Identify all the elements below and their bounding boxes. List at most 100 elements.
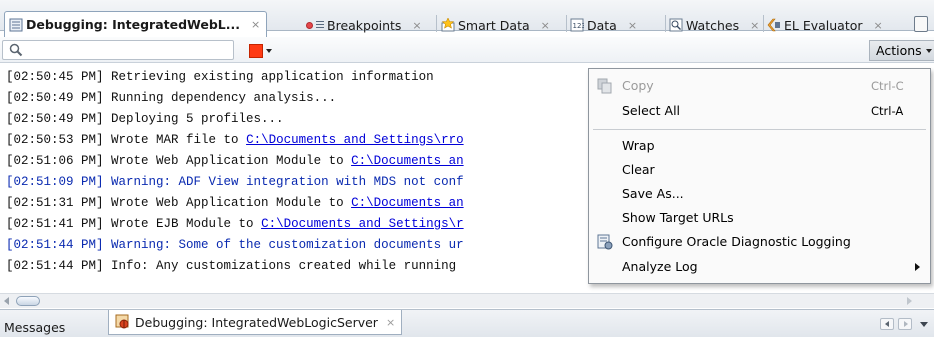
log-text: Wrote Web Application Module to: [103, 196, 352, 210]
log-icon: [9, 18, 23, 31]
tab-list-chevron-icon[interactable]: [920, 321, 928, 327]
close-icon[interactable]: ×: [412, 19, 421, 32]
log-time: [02:51:06 PM]: [6, 154, 104, 168]
debug-bug-icon: [115, 314, 129, 329]
search-field[interactable]: [2, 40, 234, 60]
menu-item-label: Configure Oracle Diagnostic Logging: [622, 234, 851, 249]
menu-item-label: Wrap: [622, 138, 655, 153]
menu-shortcut: Ctrl-C: [871, 79, 904, 93]
menu-item-show-target-urls[interactable]: Show Target URLs: [589, 207, 930, 229]
menu-item-clear[interactable]: Clear: [589, 159, 930, 181]
log-time: [02:51:41 PM]: [6, 217, 104, 231]
menu-item-select-all[interactable]: Select All Ctrl-A: [589, 100, 930, 122]
tab-label: Breakpoints: [327, 17, 402, 33]
log-time: [02:51:44 PM]: [6, 238, 104, 252]
tab-navigation: [880, 318, 928, 330]
tab-bar: Debugging: IntegratedWebL... × Breakpoin…: [0, 0, 934, 37]
tab-divider: [665, 15, 666, 32]
terminate-button[interactable]: [249, 42, 274, 59]
log-line: [02:50:45 PM] Retrieving existing applic…: [6, 67, 434, 87]
tab-label: Debugging: IntegratedWebL...: [26, 17, 241, 32]
log-warning-line: [02:51:09 PM] Warning: ADF View integrat…: [6, 172, 464, 192]
restore-window-button[interactable]: [914, 16, 928, 32]
log-line: [02:51:31 PM] Wrote Web Application Modu…: [6, 193, 464, 213]
log-path-link[interactable]: C:\Documents and Settings\r: [261, 217, 464, 231]
log-warning-line: [02:51:44 PM] Warning: Some of the custo…: [6, 235, 464, 255]
log-line: [02:51:44 PM] Info: Any customizations c…: [6, 256, 456, 276]
log-line: [02:51:06 PM] Wrote Web Application Modu…: [6, 151, 464, 171]
tab-divider: [566, 15, 567, 32]
log-text: Wrote MAR file to: [103, 133, 247, 147]
log-text: Wrote EJB Module to: [103, 217, 262, 231]
close-icon[interactable]: ×: [251, 18, 260, 31]
log-path-link[interactable]: C:\Documents and Settings\rro: [246, 133, 464, 147]
close-icon[interactable]: ×: [541, 19, 550, 32]
tab-watches[interactable]: Watches ×: [669, 14, 759, 36]
menu-item-copy[interactable]: Copy Ctrl-C: [589, 75, 930, 97]
close-icon[interactable]: ×: [750, 19, 759, 32]
menu-item-wrap[interactable]: Wrap: [589, 135, 930, 157]
log-toolbar: Actions: [0, 37, 934, 63]
tab-debugging[interactable]: Debugging: IntegratedWebL... ×: [4, 11, 268, 37]
scroll-right-icon[interactable]: [907, 297, 912, 305]
tab-label: Watches: [686, 17, 740, 33]
log-path-link[interactable]: C:\Documents an: [351, 196, 464, 210]
data-icon: 123: [570, 18, 584, 32]
search-input[interactable]: [27, 42, 227, 58]
smart-data-icon: [441, 18, 455, 32]
log-line: [02:50:53 PM] Wrote MAR file to C:\Docum…: [6, 130, 464, 150]
breakpoints-lines-icon: [316, 20, 324, 30]
previous-tab-button[interactable]: [880, 318, 894, 330]
close-icon[interactable]: ×: [386, 316, 395, 329]
tab-debugging-server[interactable]: Debugging: IntegratedWebLogicServer ×: [108, 310, 403, 335]
log-text: Wrote Web Application Module to: [103, 154, 352, 168]
menu-item-label: Analyze Log: [622, 259, 698, 274]
horizontal-scrollbar[interactable]: [0, 293, 934, 308]
log-text: Warning: Some of the customization docum…: [103, 238, 464, 252]
log-time: [02:50:45 PM]: [6, 70, 104, 84]
log-text: Retrieving existing application informat…: [103, 70, 434, 84]
svg-text:123: 123: [573, 22, 585, 30]
chevron-down-icon: [925, 48, 932, 53]
tab-data[interactable]: 123 Data ×: [570, 14, 637, 36]
log-time: [02:50:53 PM]: [6, 133, 104, 147]
close-icon[interactable]: ×: [628, 19, 637, 32]
log-time: [02:51:09 PM]: [6, 175, 104, 189]
tab-messages[interactable]: Messages: [4, 317, 65, 337]
actions-button[interactable]: Actions: [869, 40, 934, 61]
tab-breakpoints[interactable]: Breakpoints ×: [306, 14, 422, 36]
menu-item-label: Copy: [622, 78, 654, 93]
menu-item-analyze-log[interactable]: Analyze Log: [589, 256, 930, 278]
log-text: Info: Any customizations created while r…: [103, 259, 457, 273]
tab-label: Debugging: IntegratedWebLogicServer: [135, 314, 378, 330]
close-icon[interactable]: ×: [874, 19, 883, 32]
menu-item-save-as[interactable]: Save As...: [589, 183, 930, 205]
scrollbar-thumb[interactable]: [16, 296, 40, 306]
next-tab-button[interactable]: [898, 318, 912, 330]
log-time: [02:51:44 PM]: [6, 259, 104, 273]
tab-label: EL Evaluator: [784, 17, 863, 33]
bottom-tab-bar: Messages Debugging: IntegratedWebLogicSe…: [0, 309, 934, 337]
tab-el-evaluator[interactable]: EL Evaluator ×: [767, 14, 883, 36]
scroll-left-icon[interactable]: [4, 297, 9, 305]
search-icon: [9, 43, 23, 57]
menu-item-configure-logging[interactable]: Configure Oracle Diagnostic Logging: [589, 231, 930, 253]
tab-label: Data: [587, 17, 617, 33]
log-text: Warning: ADF View integration with MDS n…: [103, 175, 464, 189]
log-line: [02:50:49 PM] Deploying 5 profiles...: [6, 109, 284, 129]
tab-divider: [436, 15, 437, 32]
menu-item-label: Clear: [622, 162, 655, 177]
log-text: Deploying 5 profiles...: [103, 112, 284, 126]
copy-icon: [597, 78, 612, 94]
menu-separator: [593, 129, 926, 130]
menu-shortcut: Ctrl-A: [871, 104, 904, 118]
log-time: [02:50:49 PM]: [6, 91, 104, 105]
submenu-arrow-icon: [915, 263, 920, 271]
tab-label: Smart Data: [458, 17, 530, 33]
log-line: [02:50:49 PM] Running dependency analysi…: [6, 88, 336, 108]
log-path-link[interactable]: C:\Documents an: [351, 154, 464, 168]
el-evaluator-icon: [767, 18, 780, 32]
tab-smart-data[interactable]: Smart Data ×: [441, 14, 550, 36]
actions-label: Actions: [876, 43, 922, 58]
stop-icon: [249, 43, 263, 58]
